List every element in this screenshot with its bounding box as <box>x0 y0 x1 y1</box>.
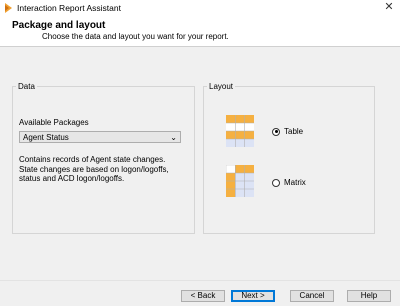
cancel-button[interactable]: Cancel <box>290 290 334 302</box>
package-dropdown-value: Agent Status <box>23 133 69 142</box>
app-logo-icon <box>5 3 12 13</box>
data-group-legend: Data <box>18 82 35 91</box>
matrix-layout-option[interactable]: Matrix <box>272 178 306 187</box>
matrix-radio-label: Matrix <box>284 178 306 187</box>
next-button[interactable]: Next > <box>231 290 275 302</box>
back-button[interactable]: < Back <box>181 290 225 302</box>
available-packages-label: Available Packages <box>19 118 89 127</box>
page-title: Package and layout <box>12 20 106 31</box>
wizard-header: Package and layout Choose the data and l… <box>0 16 400 47</box>
title-bar: Interaction Report Assistant ✕ <box>0 0 400 16</box>
table-layout-option[interactable]: Table <box>272 127 303 136</box>
close-button[interactable]: ✕ <box>378 0 400 16</box>
table-radio[interactable] <box>272 127 280 136</box>
matrix-layout-icon <box>226 165 254 197</box>
table-layout-icon <box>226 115 254 147</box>
footer-divider <box>0 280 400 281</box>
table-radio-label: Table <box>284 127 304 136</box>
window-title: Interaction Report Assistant <box>17 3 121 13</box>
package-description: Contains records of Agent state changes.… <box>19 155 169 183</box>
chevron-down-icon: ⌄ <box>170 133 177 142</box>
layout-group: Layout Table Matrix <box>203 82 375 234</box>
data-group: Data Available Packages Agent Status ⌄ C… <box>12 82 195 234</box>
package-dropdown[interactable]: Agent Status ⌄ <box>19 131 181 143</box>
page-subtitle: Choose the data and layout you want for … <box>42 32 229 41</box>
help-button[interactable]: Help <box>347 290 391 302</box>
layout-group-legend: Layout <box>209 82 234 91</box>
matrix-radio[interactable] <box>272 178 280 187</box>
